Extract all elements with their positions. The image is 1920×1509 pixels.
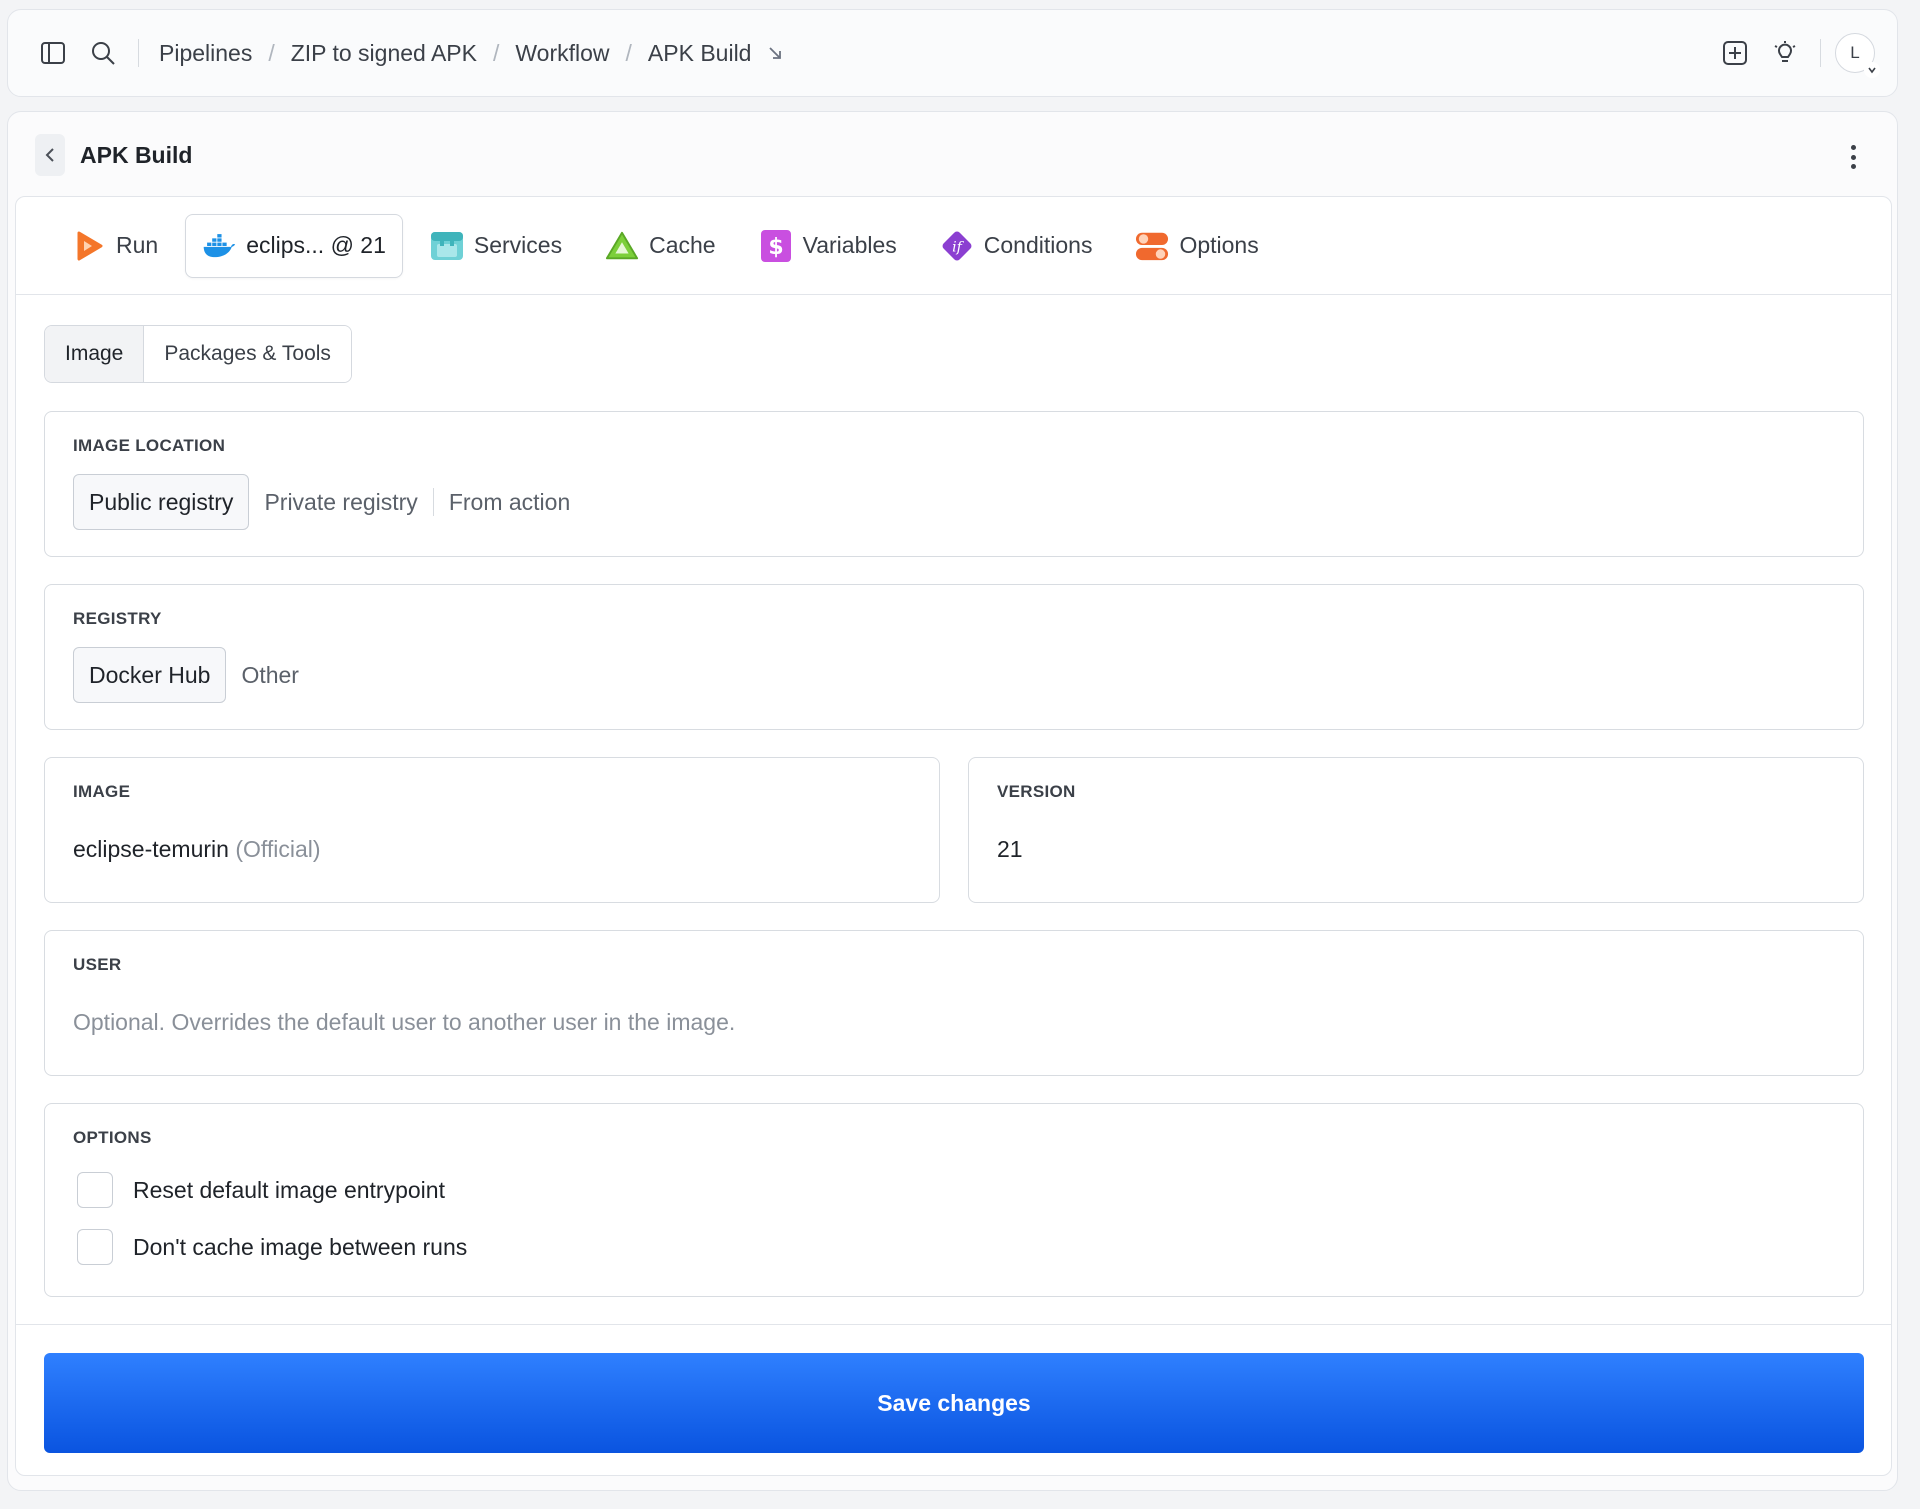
avatar-initial: L	[1850, 43, 1860, 62]
more-options-icon[interactable]	[1843, 142, 1863, 172]
tab-label: Options	[1179, 232, 1259, 258]
options-section: OPTIONS Reset default image entrypoint D…	[44, 1103, 1864, 1297]
checkbox[interactable]	[77, 1229, 113, 1265]
page-title: APK Build	[80, 141, 193, 168]
tab-label: Services	[473, 232, 563, 258]
user-input-placeholder: Optional. Overrides the default user to …	[73, 1009, 736, 1035]
option-private-registry[interactable]: Private registry	[249, 474, 432, 530]
search-icon[interactable]	[88, 38, 118, 68]
section-label: IMAGE LOCATION	[73, 436, 226, 455]
tab-variables[interactable]: $ Variables	[743, 214, 913, 278]
tab-run[interactable]: Run	[56, 214, 174, 278]
add-icon[interactable]	[1720, 38, 1750, 68]
variables-icon: $	[759, 229, 793, 263]
arrow-down-right-icon[interactable]	[767, 40, 783, 67]
docker-icon	[202, 229, 236, 263]
divider	[16, 1324, 1891, 1325]
user-field[interactable]: USER Optional. Overrides the default use…	[44, 930, 1864, 1076]
option-from-action[interactable]: From action	[434, 474, 585, 530]
subtab-packages-tools[interactable]: Packages & Tools	[144, 326, 351, 382]
option-public-registry[interactable]: Public registry	[73, 474, 250, 530]
section-label: REGISTRY	[73, 609, 162, 628]
back-button[interactable]	[35, 134, 65, 176]
chevron-down-icon	[1864, 62, 1880, 78]
top-bar: Pipelines / ZIP to signed APK / Workflow…	[7, 9, 1898, 97]
action-editor-card: Run eclips... @ 21 Services Cache $ Vari…	[15, 196, 1892, 1476]
tab-label: Conditions	[983, 232, 1093, 258]
svg-text:$: $	[768, 235, 783, 260]
breadcrumb-pipelines[interactable]: Pipelines	[159, 40, 252, 67]
breadcrumb-project[interactable]: ZIP to signed APK	[291, 40, 477, 67]
official-tag: (Official)	[235, 836, 321, 862]
image-field[interactable]: IMAGE eclipse-temurin (Official)	[44, 757, 940, 903]
breadcrumb-workflow[interactable]: Workflow	[515, 40, 609, 67]
run-icon	[72, 229, 106, 263]
checkbox[interactable]	[77, 1172, 113, 1208]
tab-label: Variables	[802, 232, 897, 258]
tab-conditions[interactable]: if Conditions	[924, 214, 1109, 278]
section-label: USER	[73, 955, 122, 974]
divider	[1820, 39, 1821, 67]
lightbulb-icon[interactable]	[1770, 38, 1800, 68]
chevron-left-icon	[45, 148, 54, 162]
conditions-icon: if	[940, 229, 974, 263]
breadcrumb-current[interactable]: APK Build	[648, 40, 752, 67]
tab-label: Run	[116, 232, 159, 258]
option-other[interactable]: Other	[226, 647, 314, 703]
option-no-cache-image[interactable]: Don't cache image between runs	[77, 1229, 467, 1265]
tab-options[interactable]: Options	[1119, 214, 1274, 278]
avatar[interactable]: L	[1835, 33, 1880, 78]
sidebar-toggle-icon[interactable]	[38, 38, 68, 68]
image-location-section: IMAGE LOCATION Public registry Private r…	[44, 411, 1864, 557]
checkbox-label: Reset default image entrypoint	[133, 1176, 445, 1203]
section-label: IMAGE	[73, 782, 131, 801]
tab-docker-image[interactable]: eclips... @ 21	[185, 213, 403, 278]
version-value: 21	[997, 836, 1023, 862]
image-value: eclipse-temurin (Official)	[73, 836, 321, 863]
option-docker-hub[interactable]: Docker Hub	[73, 647, 227, 703]
section-label: VERSION	[997, 782, 1076, 801]
divider	[138, 39, 139, 67]
action-panel: APK Build Run eclips... @ 21 Services Ca…	[7, 111, 1898, 1491]
version-field[interactable]: VERSION 21	[968, 757, 1864, 903]
subtab-bar: Image Packages & Tools	[44, 325, 352, 383]
breadcrumb-separator: /	[268, 39, 275, 66]
checkbox-label: Don't cache image between runs	[133, 1233, 468, 1260]
image-name: eclipse-temurin	[73, 836, 229, 862]
breadcrumb: Pipelines / ZIP to signed APK / Workflow…	[159, 40, 783, 67]
breadcrumb-separator: /	[492, 39, 500, 66]
breadcrumb-separator: /	[625, 39, 632, 66]
option-reset-entrypoint[interactable]: Reset default image entrypoint	[77, 1172, 445, 1208]
services-icon	[430, 229, 464, 263]
registry-selector: Docker Hub Other	[73, 647, 314, 703]
tab-bar: Run eclips... @ 21 Services Cache $ Vari…	[16, 197, 1891, 295]
save-button[interactable]: Save changes	[44, 1353, 1864, 1453]
subtab-image[interactable]: Image	[45, 326, 145, 382]
cache-icon	[605, 229, 639, 263]
tab-services[interactable]: Services	[414, 214, 578, 278]
registry-section: REGISTRY Docker Hub Other	[44, 584, 1864, 730]
tab-label: eclips... @ 21	[246, 232, 386, 258]
options-icon	[1135, 229, 1169, 263]
image-location-selector: Public registry Private registry From ac…	[73, 474, 585, 530]
section-label: OPTIONS	[73, 1128, 152, 1147]
tab-cache[interactable]: Cache	[589, 214, 731, 278]
tab-label: Cache	[649, 232, 716, 258]
